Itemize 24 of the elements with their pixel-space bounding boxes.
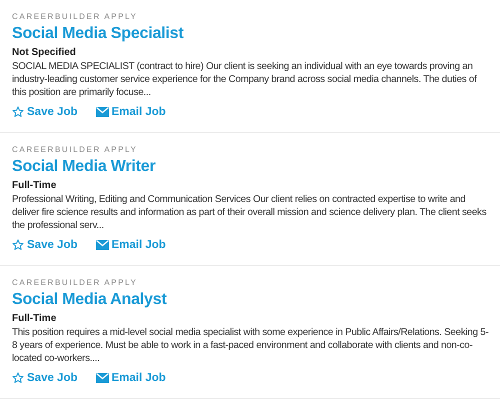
envelope-icon (96, 107, 108, 117)
email-job-button[interactable]: Email Job (96, 370, 166, 386)
job-type: Not Specified (12, 46, 77, 59)
source-label: CAREERBUILDER APPLY (12, 145, 138, 154)
source-label: CAREERBUILDER APPLY (12, 12, 138, 21)
job-description: Professional Writing, Editing and Communication Services Our client relies on contracted expertise to write and deliver fire science results and information as part of their overall mission and science delivery plan. The client seeks the professional serv... (12, 193, 488, 232)
envelope-icon (96, 240, 108, 250)
source-label: CAREERBUILDER APPLY (12, 278, 138, 287)
job-title[interactable]: Social Media Analyst (12, 290, 492, 310)
save-job-button[interactable]: Save Job (12, 370, 78, 386)
job-type: Full-Time (12, 312, 58, 325)
job-type: Full-Time (12, 179, 58, 192)
star-icon (12, 372, 24, 384)
job-title[interactable]: Social Media Writer (12, 157, 492, 177)
save-job-button[interactable]: Save Job (12, 104, 78, 120)
star-icon (12, 239, 24, 251)
email-job-button[interactable]: Email Job (96, 237, 166, 253)
email-job-button[interactable]: Email Job (96, 104, 166, 120)
save-job-button[interactable]: Save Job (12, 237, 78, 253)
star-icon (12, 106, 24, 118)
job-description: SOCIAL MEDIA SPECIALIST (contract to hire) Our client is seeking an individual with an eye towards proving an industry-leading customer service experience for the Company brand across social media channels. The duties of this position are primarily focuse... (12, 60, 478, 99)
envelope-icon (96, 373, 108, 383)
job-description: This position requires a mid-level social media specialist with some experience in Public Affairs/Relations. Seeking 5-8 years of experience. Must be able to work in a fast-paced environment and collaborate with clients and non-co-located co-workers.... (12, 326, 490, 365)
job-title[interactable]: Social Media Specialist (12, 24, 492, 44)
